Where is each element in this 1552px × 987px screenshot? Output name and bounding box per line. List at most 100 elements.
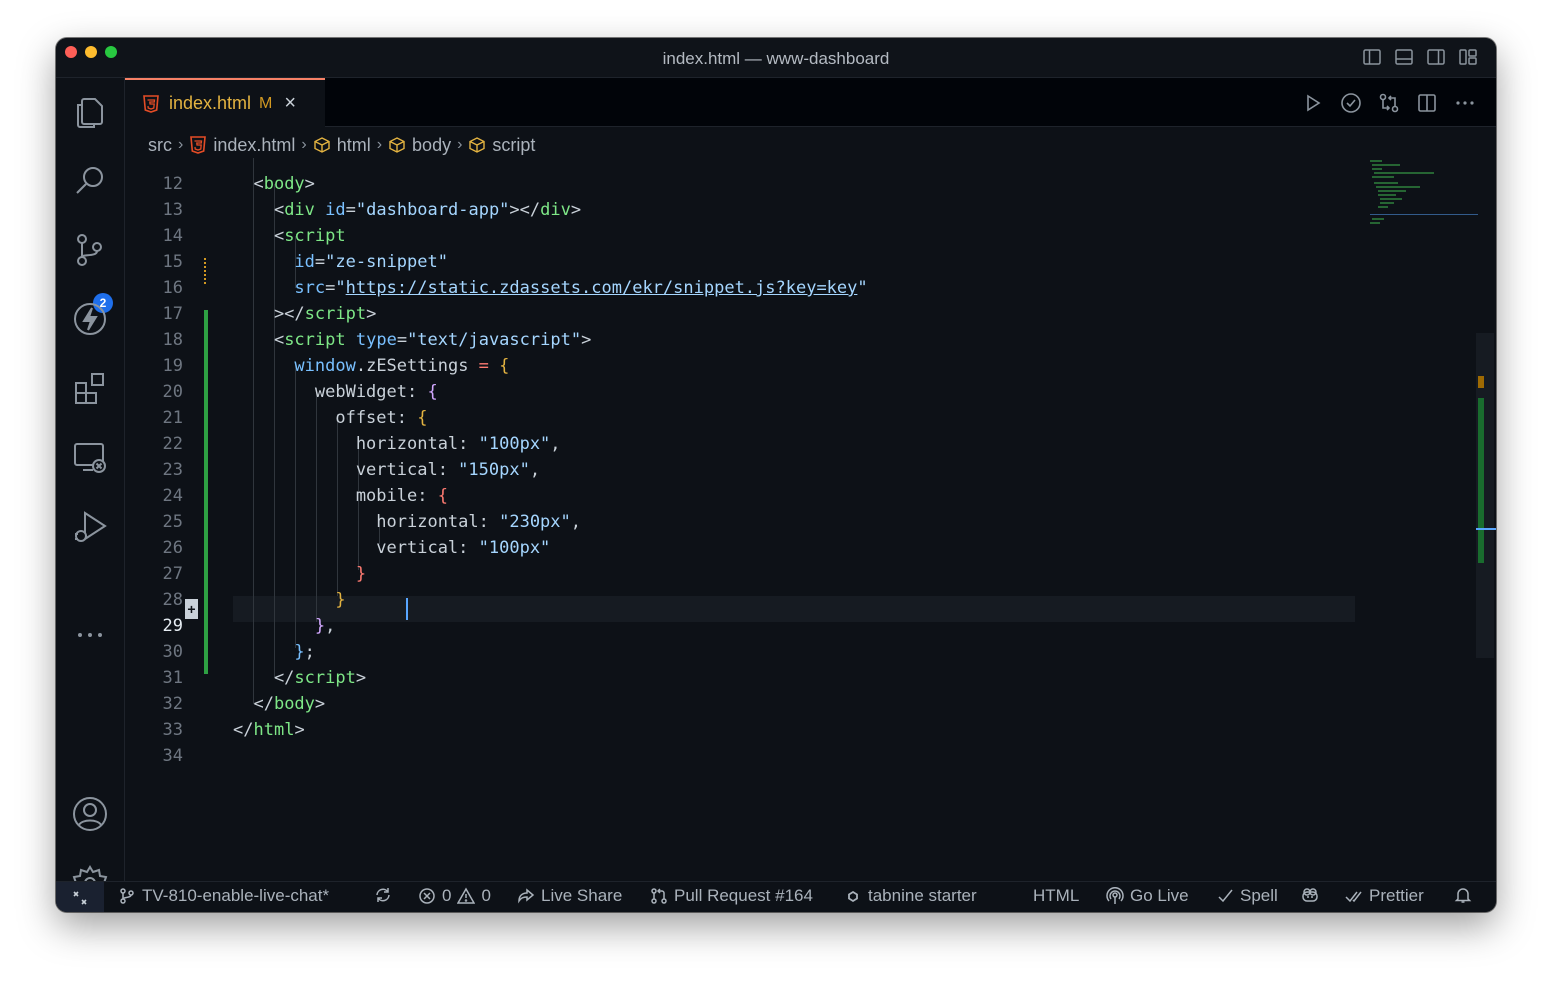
code-line: offset: { <box>233 405 427 431</box>
spell-check-button[interactable]: Spell <box>1216 886 1278 906</box>
more-actions-icon[interactable] <box>1454 92 1476 119</box>
symbol-element-icon <box>389 137 405 153</box>
code-token: ; <box>304 642 315 662</box>
toggle-secondary-sidebar-icon[interactable] <box>1426 47 1446 72</box>
line-number: 20 <box>162 382 183 402</box>
code-token: html <box>253 720 295 740</box>
code-line: ></script> <box>233 301 376 327</box>
line-number: 18 <box>162 330 183 350</box>
problems-indicator[interactable]: 0 0 <box>418 886 491 906</box>
tabnine-indicator[interactable]: tabnine starter <box>844 886 977 906</box>
code-token: , <box>325 616 336 636</box>
split-editor-icon[interactable] <box>1416 92 1438 119</box>
customize-layout-icon[interactable] <box>1458 47 1478 72</box>
pull-request-button[interactable]: Pull Request #164 <box>650 886 813 906</box>
code-line: src="https://static.zdassets.com/ekr/sni… <box>233 275 867 301</box>
symbol-element-icon <box>314 137 330 153</box>
breadcrumb-item-body[interactable]: body <box>412 135 451 156</box>
tab-close-icon[interactable]: × <box>284 92 296 115</box>
code-token: "dashboard-app" <box>355 200 510 220</box>
code-token: horizontal: <box>233 434 479 454</box>
prettier-button[interactable]: Prettier <box>1345 886 1424 906</box>
code-token: "100px" <box>478 538 551 558</box>
layout-controls <box>1362 47 1478 72</box>
language-mode[interactable]: HTML <box>1033 886 1079 906</box>
code-line: window.zESettings = { <box>233 353 509 379</box>
line-number: 13 <box>162 200 183 220</box>
remote-explorer-icon[interactable] <box>71 438 109 476</box>
live-share-button[interactable]: Live Share <box>517 886 622 906</box>
tab-label: index.html <box>169 93 252 113</box>
current-line-highlight <box>233 596 1355 622</box>
breadcrumb-item-html[interactable]: html <box>337 135 371 156</box>
code-token: horizontal: <box>233 512 500 532</box>
code-line: </html> <box>233 717 305 743</box>
code-token: ></ <box>509 200 541 220</box>
code-token: } <box>355 564 367 584</box>
code-token: } <box>335 590 346 610</box>
code-line: }, <box>233 613 336 639</box>
sync-button[interactable] <box>374 886 392 904</box>
run-and-debug-icon[interactable] <box>71 507 109 545</box>
code-token: mobile: <box>233 486 438 506</box>
code-token: > <box>314 694 326 714</box>
line-number: 32 <box>162 694 183 714</box>
bell-icon <box>1454 888 1472 903</box>
copilot-button[interactable] <box>1301 886 1319 904</box>
code-token: > <box>581 330 592 350</box>
window-title: index.html — www-dashboard <box>662 49 890 68</box>
accounts-icon[interactable] <box>71 795 109 833</box>
code-editor[interactable]: + 12 13 14 15 16 17 18 19 20 21 22 23 24 25 26 27 28 29 30… <box>125 158 1496 881</box>
minimap[interactable] <box>1364 158 1478 238</box>
line-number: 26 <box>162 538 183 558</box>
compare-changes-icon[interactable] <box>1378 92 1400 119</box>
code-token: = <box>325 278 336 298</box>
fold-expand-icon[interactable]: + <box>185 599 198 619</box>
line-number: 30 <box>162 642 183 662</box>
pull-request-label: Pull Request #164 <box>674 886 813 905</box>
code-line: } <box>233 587 346 613</box>
scroll-modified-mark <box>1478 376 1484 388</box>
broadcast-icon <box>1106 887 1124 904</box>
toggle-panel-icon[interactable] <box>1394 47 1414 72</box>
code-line: </body> <box>233 691 325 717</box>
go-live-button[interactable]: Go Live <box>1106 886 1189 906</box>
explorer-icon[interactable] <box>71 93 109 131</box>
more-icon[interactable] <box>71 616 109 654</box>
code-token: } <box>294 642 305 662</box>
run-icon[interactable] <box>1302 92 1324 119</box>
warning-icon <box>457 887 476 904</box>
toggle-primary-sidebar-icon[interactable] <box>1362 47 1382 72</box>
code-token: id <box>325 200 346 220</box>
code-token: id <box>294 252 315 272</box>
code-line: webWidget: { <box>233 379 438 405</box>
branch-name: TV-810-enable-live-chat* <box>142 886 330 905</box>
notifications-button[interactable] <box>1454 886 1472 904</box>
scroll-cursor-mark <box>1476 528 1496 530</box>
code-token: ></ <box>233 304 305 324</box>
breadcrumb-item-file[interactable]: index.html <box>213 135 295 156</box>
line-number: 28 <box>162 590 183 610</box>
code-token: webWidget: <box>233 382 428 402</box>
title-bar: index.html — www-dashboard <box>56 38 1496 78</box>
search-icon[interactable] <box>71 162 109 200</box>
code-line: }; <box>233 639 315 665</box>
code-token: "150px" <box>458 460 530 480</box>
live-share-icon <box>518 888 535 904</box>
code-token: , <box>550 434 561 454</box>
remote-indicator[interactable] <box>56 882 104 912</box>
branch-indicator[interactable]: TV-810-enable-live-chat* <box>118 886 329 906</box>
code-token: { <box>499 356 510 376</box>
source-control-icon[interactable] <box>71 231 109 269</box>
breadcrumb-item-script[interactable]: script <box>492 135 535 156</box>
tab-index-html[interactable]: index.html M × <box>125 78 325 127</box>
code-token[interactable]: https://static.zdassets.com/ekr/snippet.… <box>346 278 858 298</box>
extensions-icon[interactable] <box>71 369 109 407</box>
breadcrumb-item-src[interactable]: src <box>148 135 172 156</box>
line-number: 16 <box>162 278 183 298</box>
code-token: body <box>263 174 305 194</box>
lightning-icon[interactable] <box>71 300 109 338</box>
check-circle-icon[interactable] <box>1340 92 1362 119</box>
